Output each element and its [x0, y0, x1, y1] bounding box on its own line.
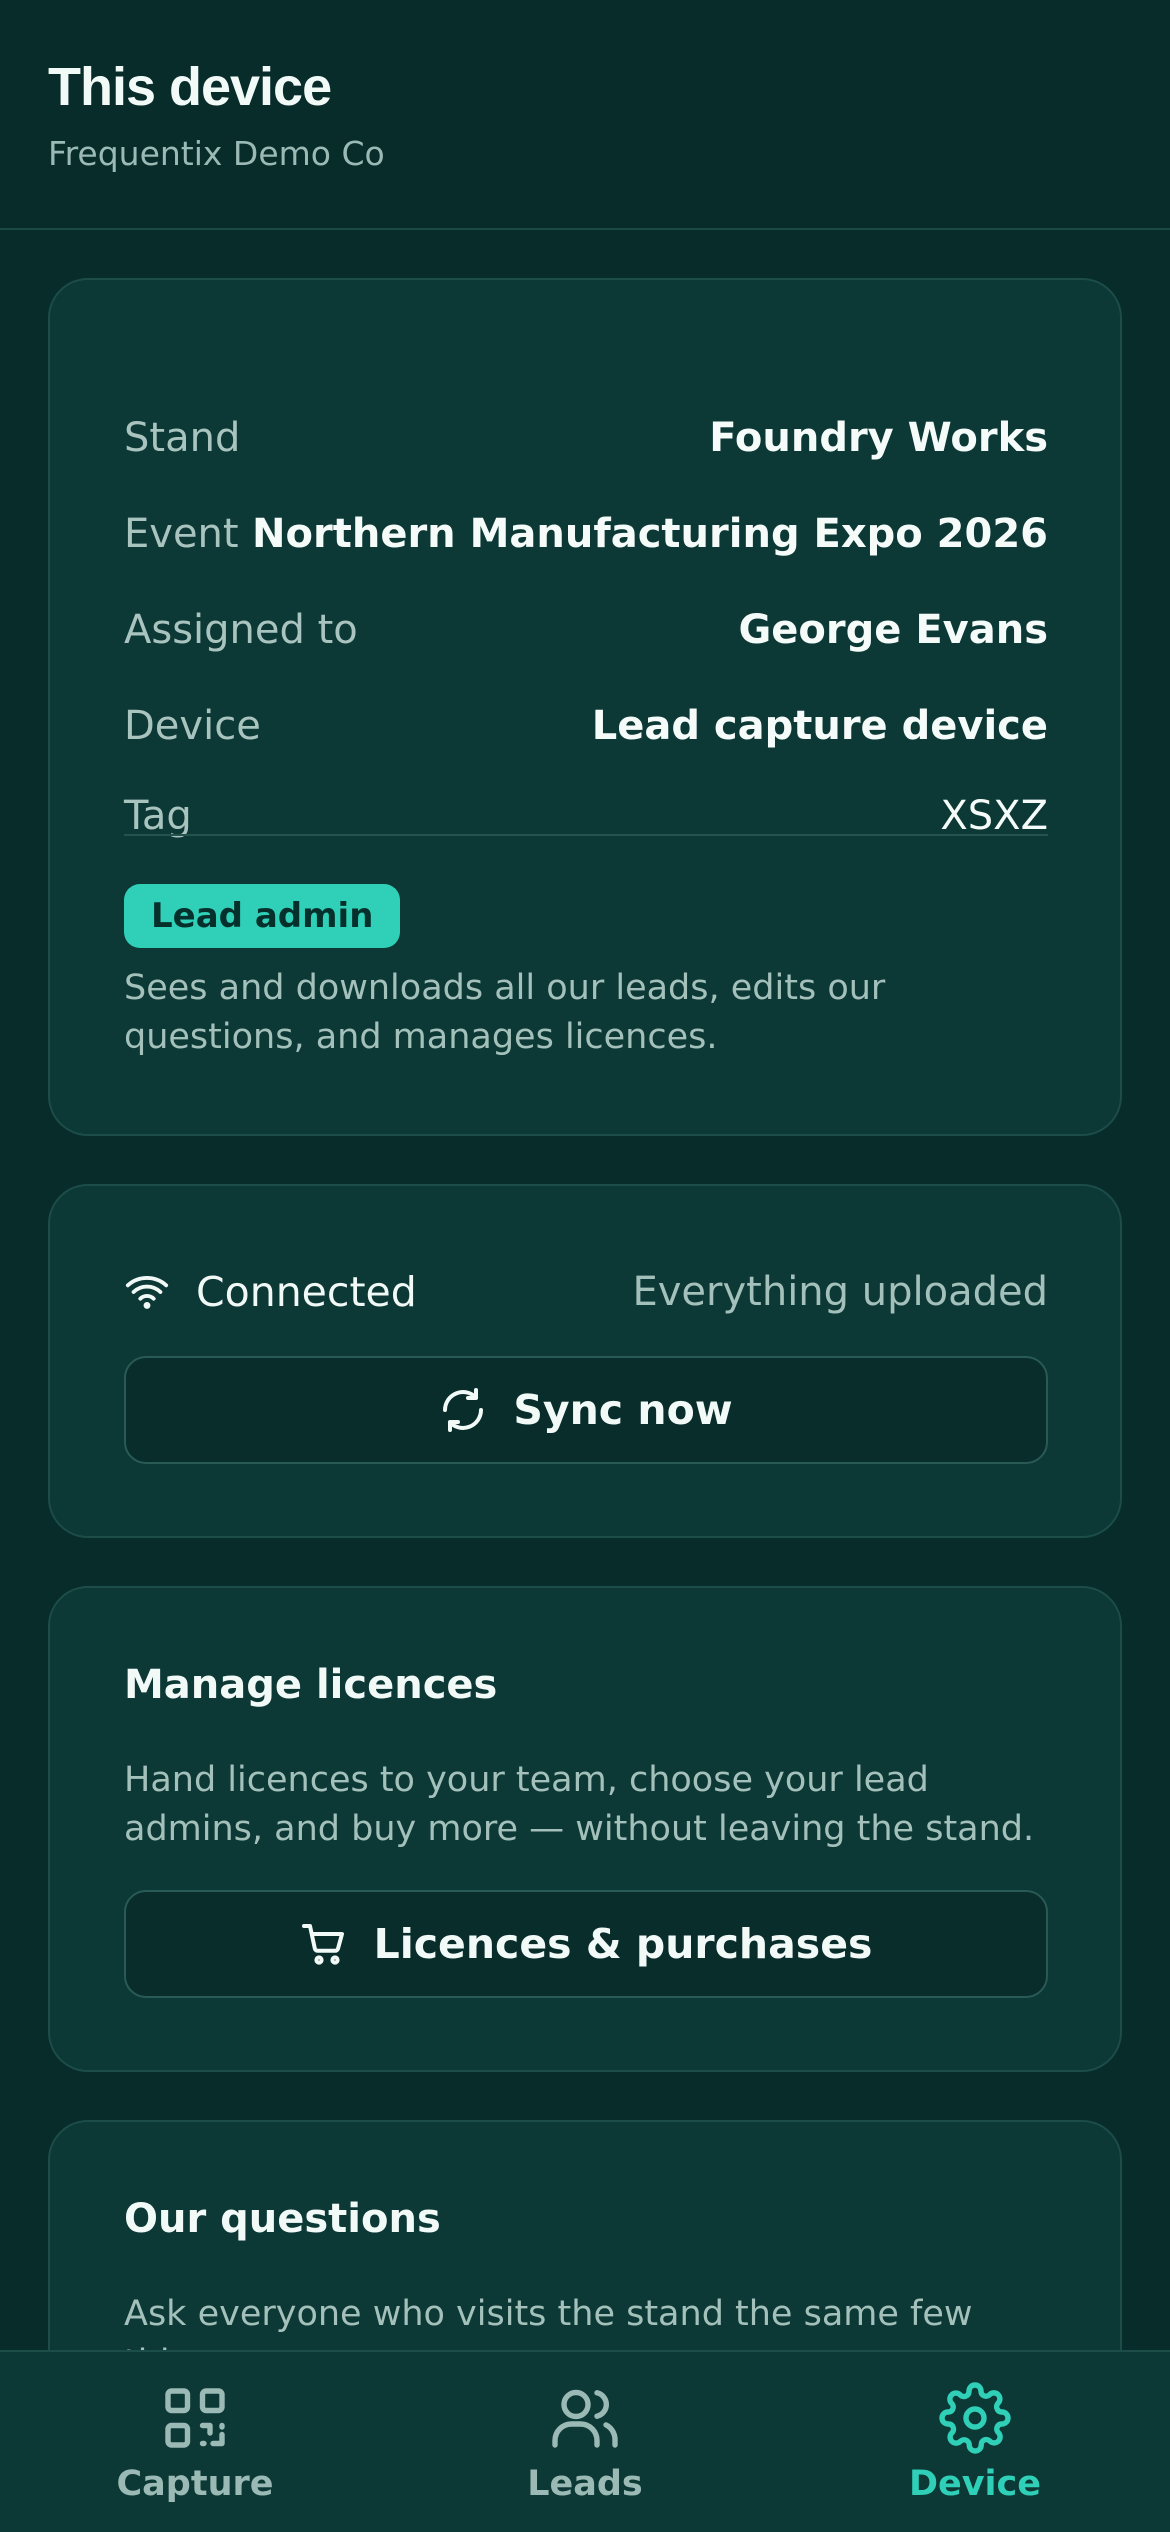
licences-purchases-label: Licences & purchases [373, 1920, 873, 1968]
info-value: Northern Manufacturing Expo 2026 [252, 511, 1048, 557]
upload-status: Everything uploaded [632, 1269, 1048, 1315]
sync-now-label: Sync now [513, 1386, 733, 1434]
licences-purchases-button[interactable]: Licences & purchases [124, 1890, 1048, 1998]
info-row-event: Event Northern Manufacturing Expo 2026 [124, 504, 1048, 564]
nav-item-capture[interactable]: Capture [0, 2352, 390, 2532]
gear-icon [939, 2382, 1011, 2454]
info-label: Stand [124, 415, 241, 461]
nav-label: Device [908, 2464, 1042, 2504]
info-label: Event [124, 511, 239, 557]
connection-status: Connected [124, 1268, 417, 1316]
page-title: This device [48, 57, 332, 117]
info-value: XSXZ [940, 793, 1048, 839]
qr-code-icon [159, 2382, 231, 2454]
refresh-icon [439, 1386, 487, 1434]
connection-status-label: Connected [196, 1268, 417, 1316]
manage-licences-card: Manage licences Hand licences to your te… [48, 1586, 1122, 2072]
cart-icon [300, 1920, 348, 1968]
info-value: Foundry Works [709, 415, 1048, 461]
role-description: Sees and downloads all our leads, edits … [124, 968, 886, 1057]
company-name: Frequentix Demo Co [48, 134, 385, 173]
info-label: Assigned to [124, 607, 358, 653]
bottom-nav: Capture Leads Device [0, 2350, 1170, 2532]
nav-item-leads[interactable]: Leads [390, 2352, 780, 2532]
info-value: Lead capture device [591, 703, 1048, 749]
device-info-card: Stand Foundry Works Event Northern Manuf… [48, 278, 1122, 1136]
info-row-stand: Stand Foundry Works [124, 408, 1048, 468]
info-row-assigned-to: Assigned to George Evans [124, 600, 1048, 660]
info-row-device: Device Lead capture device [124, 696, 1048, 756]
info-value: George Evans [738, 607, 1048, 653]
divider [124, 834, 1048, 836]
device-screen: This device Frequentix Demo Co Stand Fou… [0, 0, 1170, 2532]
role-badge: Lead admin [124, 884, 401, 948]
app-header: This device Frequentix Demo Co [0, 0, 1170, 230]
nav-item-device[interactable]: Device [780, 2352, 1170, 2532]
info-row-tag: Tag XSXZ [124, 786, 1048, 846]
users-icon [549, 2382, 621, 2454]
info-label: Tag [124, 793, 192, 839]
our-questions-title: Our questions [124, 2196, 441, 2242]
manage-licences-description: Hand licences to your team, choose your … [124, 1760, 1035, 1849]
manage-licences-title: Manage licences [124, 1662, 498, 1708]
nav-label: Leads [527, 2464, 643, 2504]
connection-status-row: Connected Everything uploaded [124, 1262, 1048, 1322]
sync-card: Connected Everything uploaded Sync now [48, 1184, 1122, 1538]
sync-now-button[interactable]: Sync now [124, 1356, 1048, 1464]
info-label: Device [124, 703, 261, 749]
nav-label: Capture [116, 2464, 274, 2504]
wifi-icon [124, 1269, 170, 1315]
